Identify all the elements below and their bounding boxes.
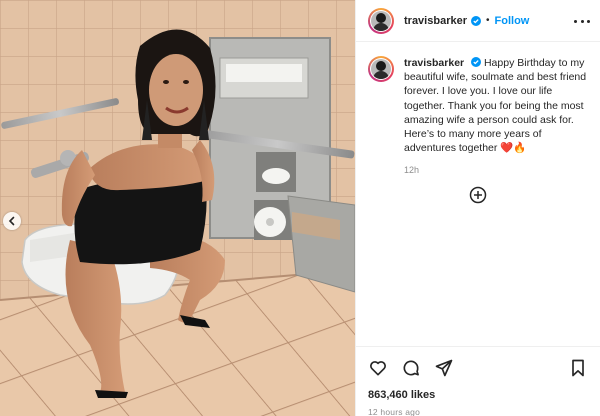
instagram-post: travisbarker • Follow travisbarker Happy…: [0, 0, 600, 416]
post-timestamp[interactable]: 12 hours ago: [368, 407, 588, 416]
caption-body: Happy Birthday to my beautiful wife, sou…: [404, 57, 587, 155]
bookmark-icon[interactable]: [568, 358, 588, 378]
post-photo[interactable]: [0, 0, 355, 416]
caption-text: travisbarker Happy Birthday to my beauti…: [404, 56, 588, 178]
post-footer: 863,460 likes 12 hours ago: [356, 346, 600, 416]
chevron-left-icon: [8, 216, 15, 226]
share-icon[interactable]: [434, 358, 454, 378]
like-count[interactable]: 863,460 likes: [368, 389, 588, 401]
avatar[interactable]: [368, 7, 394, 34]
verified-badge-icon: [471, 57, 482, 67]
caption-username[interactable]: travisbarker: [404, 57, 464, 69]
caption-avatar[interactable]: [368, 56, 394, 82]
author-username[interactable]: travisbarker: [404, 15, 467, 27]
post-side-panel: travisbarker • Follow travisbarker Happy…: [355, 0, 600, 416]
caption-block: travisbarker Happy Birthday to my beauti…: [356, 42, 600, 178]
caption-emoji: ❤️🔥: [500, 142, 527, 155]
post-header: travisbarker • Follow: [356, 0, 600, 42]
verified-badge-icon: [471, 15, 481, 26]
comment-icon[interactable]: [401, 358, 421, 378]
action-bar: [368, 357, 588, 379]
caption-timestamp[interactable]: 12h: [404, 163, 588, 177]
follow-button[interactable]: Follow: [495, 15, 530, 27]
carousel-previous-button[interactable]: [3, 212, 21, 230]
header-separator: •: [486, 15, 490, 26]
bathroom-photo-illustration: [0, 0, 355, 416]
more-options-icon[interactable]: [574, 14, 590, 28]
add-circle-icon[interactable]: [469, 186, 487, 204]
heart-icon[interactable]: [368, 358, 388, 378]
